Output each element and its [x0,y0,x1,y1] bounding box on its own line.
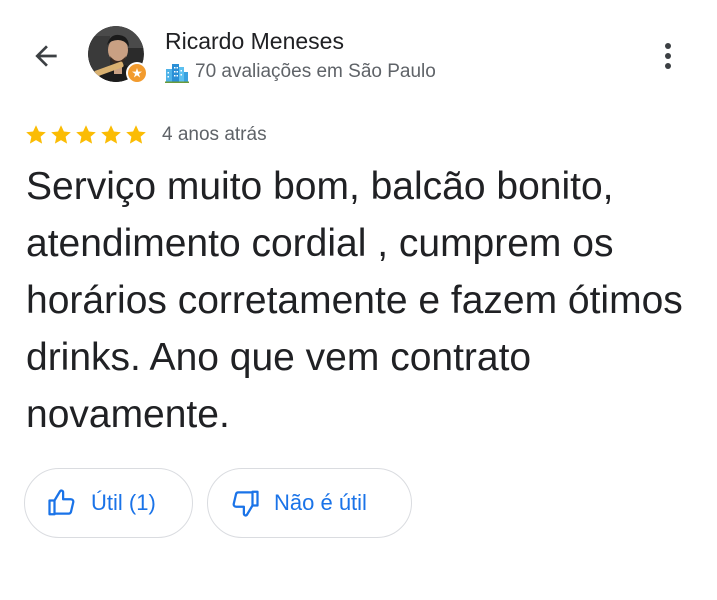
review-text: Serviço muito bom, balcão bonito, atendi… [26,165,683,436]
city-icon [165,64,189,83]
avatar[interactable] [88,26,148,84]
star-icon [126,125,146,144]
thumb-up-icon [48,489,75,516]
more-vert-icon [665,43,671,69]
star-rating [24,123,148,147]
review-date: 4 anos atrás [162,124,267,145]
local-guide-badge [126,62,148,84]
star-icon [101,125,121,144]
helpful-label: Útil (1) [91,490,156,515]
rating-row: 4 anos atrás [24,121,267,149]
review-screen: Ricardo Meneses 70 avaliações em São Pau… [0,0,717,600]
thumb-down-icon [232,490,259,517]
helpful-button[interactable]: Útil (1) [24,468,193,538]
author-meta: 70 avaliações em São Paulo [165,61,436,83]
star-icon [76,125,96,144]
star-icon [26,125,46,144]
author-name[interactable]: Ricardo Meneses [165,28,344,55]
back-button[interactable] [24,34,68,78]
arrow-back-icon [35,45,57,67]
more-options-button[interactable] [650,34,686,78]
not-helpful-label: Não é útil [274,490,367,515]
not-helpful-button[interactable]: Não é útil [207,468,412,538]
author-meta-text: 70 avaliações em São Paulo [195,61,436,82]
local-guide-badge-icon [132,68,142,78]
star-icon [51,125,71,144]
